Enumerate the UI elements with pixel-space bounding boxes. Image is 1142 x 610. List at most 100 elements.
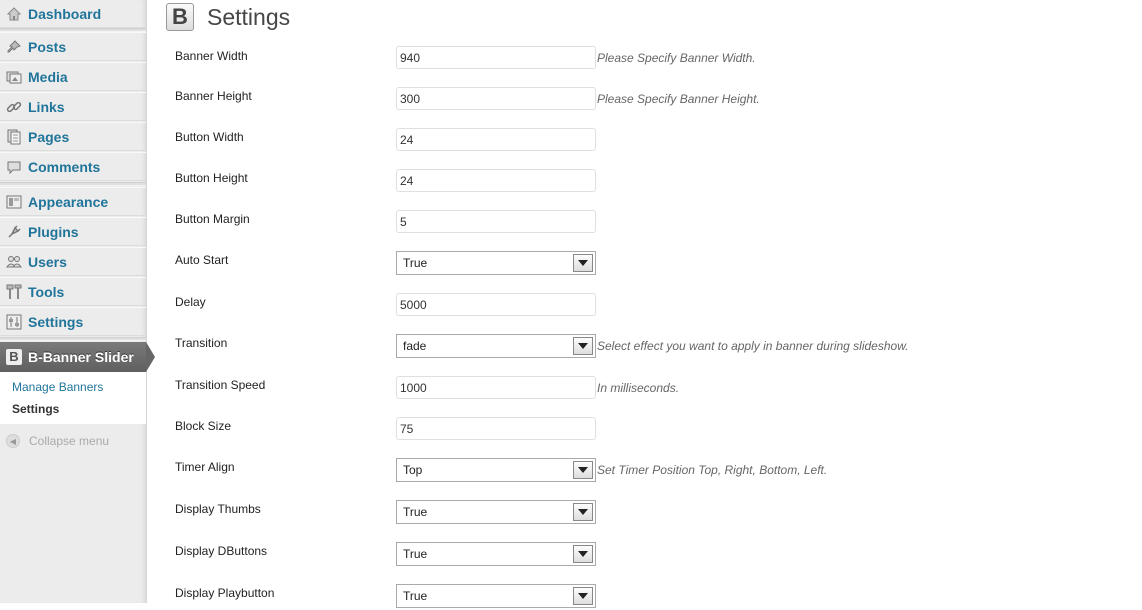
form-row: Transition Speed In milliseconds.	[175, 376, 1075, 402]
form-row: Banner Width Please Specify Banner Width.	[175, 46, 1075, 72]
sidebar-item-appearance[interactable]: Appearance	[0, 187, 146, 216]
field-hint: Set Timer Position Top, Right, Bottom, L…	[597, 463, 828, 477]
field-label: Display Thumbs	[175, 502, 261, 516]
submenu-item-manage-banners[interactable]: Manage Banners	[12, 380, 103, 394]
sidebar-item-pages[interactable]: Pages	[0, 122, 146, 151]
field-input[interactable]	[396, 169, 596, 192]
field-hint: Select effect you want to apply in banne…	[597, 339, 909, 353]
field-input[interactable]	[396, 128, 596, 151]
sidebar-item-label: Dashboard	[28, 5, 102, 22]
appearance-icon	[6, 194, 22, 210]
field-input[interactable]	[396, 376, 596, 399]
sidebar-item-users[interactable]: Users	[0, 247, 146, 276]
sidebar-item-label: B-Banner Slider	[28, 349, 134, 365]
field-label: Display DButtons	[175, 544, 268, 558]
menu-separator	[0, 337, 146, 341]
form-row: Auto Start True	[175, 251, 1075, 277]
page-title: Settings	[207, 3, 291, 30]
form-row: Button Margin	[175, 210, 1075, 236]
submenu: Manage Banners Settings	[0, 372, 146, 424]
field-label: Button Width	[175, 130, 244, 144]
field-label: Block Size	[175, 419, 232, 433]
field-select[interactable]: True	[396, 251, 596, 275]
form-row: Block Size	[175, 417, 1075, 443]
select-value: Top	[403, 463, 423, 477]
sidebar-item-b-banner-slider[interactable]: B B-Banner Slider	[0, 342, 155, 372]
select-value: True	[403, 256, 428, 270]
dropdown-arrow-icon[interactable]	[573, 587, 593, 605]
field-hint: Please Specify Banner Width.	[597, 51, 756, 65]
sidebar-item-media[interactable]: Media	[0, 62, 146, 91]
sidebar-item-label: Users	[28, 253, 67, 270]
field-label: Transition	[175, 336, 228, 350]
form-row: Banner Height Please Specify Banner Heigh…	[175, 87, 1075, 113]
collapse-menu-button[interactable]: ◀ Collapse menu	[6, 434, 109, 448]
sidebar-item-comments[interactable]: Comments	[0, 152, 146, 181]
sidebar-item-label: Links	[28, 98, 65, 115]
b-logo-icon: B	[6, 349, 22, 365]
active-indicator-arrow	[146, 342, 155, 372]
field-label: Timer Align	[175, 460, 235, 474]
select-value: True	[403, 547, 428, 561]
sidebar-item-plugins[interactable]: Plugins	[0, 217, 146, 246]
collapse-arrow-icon: ◀	[6, 434, 20, 448]
collapse-menu-label: Collapse menu	[29, 434, 110, 448]
sidebar-item-label: Settings	[28, 313, 84, 330]
field-select[interactable]: Top	[396, 458, 596, 482]
sidebar-item-label: Pages	[28, 128, 70, 145]
pin-icon	[6, 39, 22, 55]
field-label: Auto Start	[175, 253, 229, 267]
tools-icon	[6, 284, 22, 300]
field-label: Banner Height	[175, 89, 252, 103]
form-row: Display Thumbs True	[175, 500, 1075, 526]
dropdown-arrow-icon[interactable]	[573, 545, 593, 563]
field-select[interactable]: True	[396, 542, 596, 566]
plugin-logo-icon: B	[166, 3, 194, 31]
dropdown-arrow-icon[interactable]	[573, 337, 593, 355]
sidebar-item-tools[interactable]: Tools	[0, 277, 146, 306]
field-select[interactable]: fade	[396, 334, 596, 358]
form-row: Display DButtons True	[175, 542, 1075, 568]
form-row: Button Height	[175, 169, 1075, 195]
dropdown-arrow-icon[interactable]	[573, 461, 593, 479]
sidebar-item-label: Plugins	[28, 223, 79, 240]
dropdown-arrow-icon[interactable]	[573, 254, 593, 272]
select-value: fade	[403, 339, 427, 353]
menu-separator	[0, 182, 146, 186]
field-label: Transition Speed	[175, 378, 266, 392]
form-row: Delay	[175, 293, 1075, 319]
plugin-icon	[6, 224, 22, 240]
page-header: B Settings	[166, 3, 290, 31]
home-icon	[6, 6, 22, 22]
sidebar-item-links[interactable]: Links	[0, 92, 146, 121]
field-hint: Please Specify Banner Height.	[597, 92, 760, 106]
field-input[interactable]	[396, 87, 596, 110]
field-input[interactable]	[396, 210, 596, 233]
field-label: Button Height	[175, 171, 248, 185]
submenu-item-settings[interactable]: Settings	[12, 402, 59, 416]
sidebar-item-settings[interactable]: Settings	[0, 307, 146, 336]
field-label: Banner Width	[175, 49, 248, 63]
field-input[interactable]	[396, 46, 596, 69]
field-input[interactable]	[396, 293, 596, 316]
sidebar-item-posts[interactable]: Posts	[0, 32, 146, 61]
dropdown-arrow-icon[interactable]	[573, 503, 593, 521]
sidebar-item-dashboard[interactable]: Dashboard	[0, 0, 146, 28]
form-row: Timer Align Top Set Timer Position Top, Ri…	[175, 458, 1075, 484]
form-row: Display Playbutton True	[175, 584, 1075, 610]
field-label: Delay	[175, 295, 206, 309]
media-icon	[6, 69, 22, 85]
admin-sidebar: Dashboard Posts Media Links Pages Commen…	[0, 0, 155, 603]
field-label: Button Margin	[175, 212, 250, 226]
users-icon	[6, 254, 22, 270]
field-select[interactable]: True	[396, 500, 596, 524]
pages-icon	[6, 129, 22, 145]
field-select[interactable]: True	[396, 584, 596, 608]
select-value: True	[403, 505, 428, 519]
sidebar-item-label: Comments	[28, 158, 101, 175]
sidebar-item-label: Tools	[28, 283, 65, 300]
form-row: Transition fade Select effect you want to …	[175, 334, 1075, 360]
sidebar-item-label: Appearance	[28, 193, 109, 210]
field-hint: In milliseconds.	[597, 381, 680, 395]
field-input[interactable]	[396, 417, 596, 440]
